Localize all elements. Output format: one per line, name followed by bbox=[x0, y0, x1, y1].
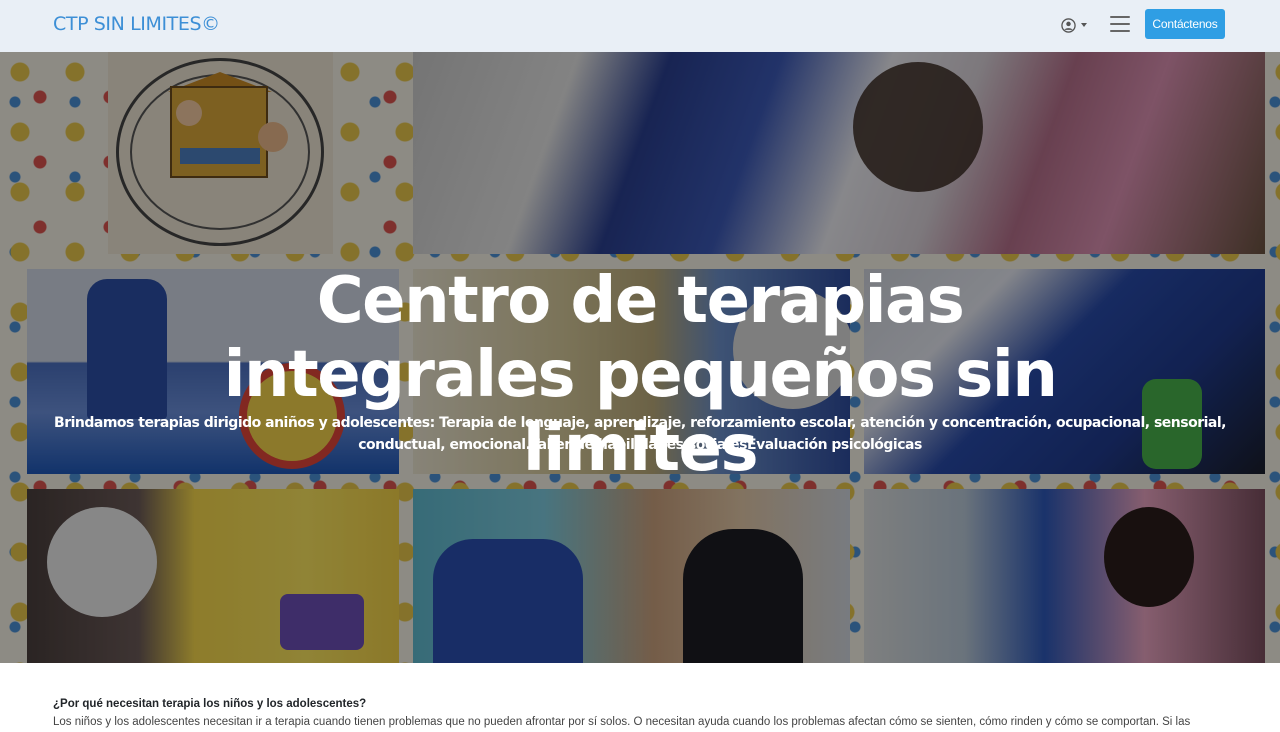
section-heading: ¿Por qué necesitan terapia los niños y l… bbox=[53, 698, 367, 710]
user-circle-icon bbox=[1061, 17, 1076, 33]
user-menu-dropdown[interactable] bbox=[1061, 16, 1091, 34]
section-paragraph: Los niños y los adolescentes necesitan i… bbox=[53, 716, 1191, 728]
hamburger-icon[interactable] bbox=[1110, 16, 1130, 32]
chevron-down-icon bbox=[1081, 23, 1087, 27]
top-navbar: CTP SIN LIMITES© Contáctenos bbox=[0, 0, 1280, 52]
hero-subtitle: Brindamos terapias dirigido aniños y ado… bbox=[54, 415, 1226, 453]
brand-link[interactable]: CTP SIN LIMITES© bbox=[53, 13, 220, 35]
hero-banner: Centro de terapias integrales pequeños s… bbox=[0, 52, 1280, 663]
contact-button[interactable]: Contáctenos bbox=[1145, 9, 1225, 39]
why-therapy-section: ¿Por qué necesitan terapia los niños y l… bbox=[53, 695, 1233, 731]
